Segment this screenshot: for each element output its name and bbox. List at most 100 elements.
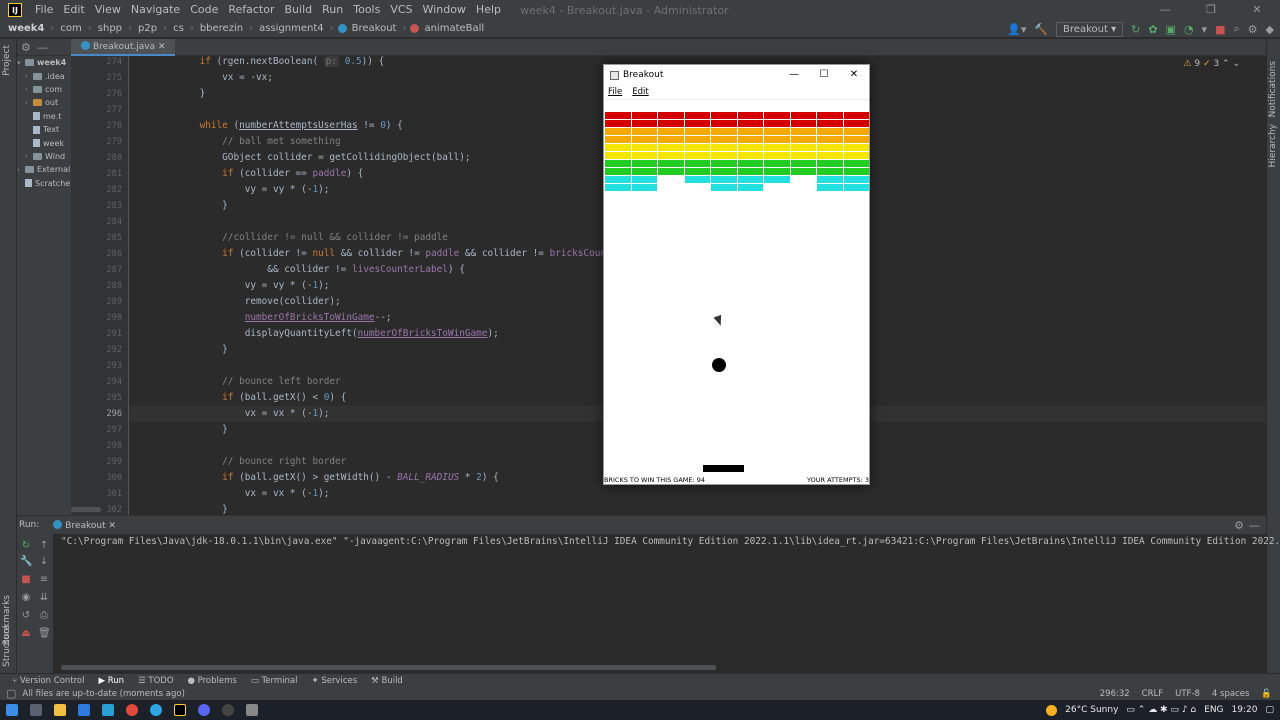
hide-icon[interactable]: — [1249, 519, 1260, 532]
rerun-icon[interactable]: ↻ [20, 540, 32, 552]
stop-icon[interactable]: ■ [20, 574, 32, 586]
menu-tools[interactable]: Tools [348, 0, 385, 20]
up-arrow-icon[interactable]: ↑ [38, 540, 50, 552]
menu-edit[interactable]: Edit [58, 0, 89, 20]
chrome-icon[interactable] [126, 704, 138, 716]
breakout-taskbar-icon[interactable] [246, 704, 258, 716]
menu-run[interactable]: Run [317, 0, 348, 20]
tool-tab-todo[interactable]: ☰ TODO [138, 676, 173, 686]
tree-row[interactable]: Scratche [17, 177, 71, 190]
editor-horizontal-scrollbar[interactable] [71, 507, 101, 512]
breadcrumb-item[interactable]: assignment4 [257, 23, 326, 34]
tree-row-root[interactable]: ▾ week4 [17, 56, 71, 69]
menu-help[interactable]: Help [471, 0, 506, 20]
scroll-to-end-icon[interactable]: ⇊ [38, 592, 50, 604]
restore-layout-icon[interactable]: ↺ [20, 610, 32, 622]
tree-row[interactable]: › out [17, 96, 71, 109]
intellij-icon[interactable] [174, 704, 186, 716]
tray-icons[interactable]: ▭ ⌃ ☁ ✱ ▭ ♪ ⌂ [1126, 705, 1196, 715]
settings-icon[interactable]: ⚙ [1248, 23, 1258, 36]
discord-icon[interactable] [198, 704, 210, 716]
coverage-icon[interactable]: ▣ [1166, 23, 1176, 36]
breadcrumb-item[interactable]: com [58, 23, 83, 34]
print-icon[interactable]: ⎙ [38, 610, 50, 622]
menu-refactor[interactable]: Refactor [223, 0, 279, 20]
structure-tool-tab[interactable]: Structure [2, 625, 12, 667]
rerun-icon[interactable]: ↻ [1131, 23, 1140, 36]
user-icon[interactable]: 👤▾ [1007, 23, 1026, 36]
file-encoding[interactable]: UTF-8 [1175, 689, 1200, 699]
breakout-title-bar[interactable]: Breakout — ☐ ✕ [604, 65, 869, 85]
project-tool-tab[interactable]: Project [2, 45, 12, 76]
menu-navigate[interactable]: Navigate [126, 0, 185, 20]
ide-icon[interactable]: ◆ [1266, 23, 1274, 36]
breadcrumb-project[interactable]: week4 [6, 23, 46, 34]
search-icon[interactable]: ⌕ [1233, 22, 1239, 36]
settings-icon[interactable]: ⚙ [21, 41, 31, 54]
vscode-icon[interactable] [102, 704, 114, 716]
trash-icon[interactable]: 🗑 [38, 628, 51, 640]
weather-text[interactable]: 26°C Sunny [1065, 705, 1118, 715]
profile-icon[interactable]: ◔ [1184, 23, 1194, 36]
breakout-menu-file[interactable]: File [608, 87, 622, 97]
stop-icon[interactable]: ■ [1215, 23, 1225, 36]
wrench-icon[interactable]: 🔧 [20, 556, 32, 568]
paddle[interactable] [703, 465, 744, 472]
breakout-menu-edit[interactable]: Edit [632, 87, 648, 97]
close-icon[interactable]: ✕ [839, 65, 869, 85]
tree-row[interactable]: week [17, 136, 71, 149]
file-explorer-icon[interactable] [54, 704, 66, 716]
tool-tab-terminal[interactable]: ▭ Terminal [251, 676, 298, 686]
hierarchy-tool-tab[interactable]: Hierarchy [1268, 124, 1278, 168]
tool-tab-services[interactable]: ✦ Services [311, 676, 357, 686]
settings-icon[interactable]: ⚙ [1234, 519, 1244, 532]
task-view-icon[interactable] [30, 704, 42, 716]
breadcrumb-item[interactable]: bberezin [198, 23, 245, 34]
run-config-select[interactable]: Breakout ▾ [1056, 21, 1124, 37]
breadcrumb-method[interactable]: animateBall [422, 23, 486, 34]
status-message[interactable]: All files are up-to-date (moments ago) [22, 689, 185, 699]
telegram-icon[interactable] [150, 704, 162, 716]
tool-tab-version-control[interactable]: ⑂ Version Control [12, 676, 85, 686]
line-separator[interactable]: CRLF [1142, 689, 1163, 699]
camera-icon[interactable]: ◉ [20, 592, 32, 604]
tree-row[interactable]: › .idea [17, 69, 71, 82]
menu-vcs[interactable]: VCS [385, 0, 417, 20]
console-horizontal-scrollbar[interactable] [61, 665, 716, 670]
debug-icon[interactable]: ✿ [1148, 23, 1157, 36]
editor-tab-breakout[interactable]: Breakout.java ✕ [71, 38, 176, 56]
build-hammer-icon[interactable]: 🔨 [1034, 23, 1048, 36]
app-icon[interactable] [222, 704, 234, 716]
app-icon[interactable] [78, 704, 90, 716]
breakout-window[interactable]: Breakout — ☐ ✕ File Edit BRICKS TO WIN T… [603, 64, 870, 485]
tree-row[interactable]: › External [17, 163, 71, 176]
soft-wrap-icon[interactable]: ≡ [38, 574, 50, 586]
breadcrumb-item[interactable]: cs [171, 23, 186, 34]
inspection-widget[interactable]: ⚠ 9 ✓ 3 ⌃ ⌄ [1183, 59, 1240, 69]
tool-tab-run[interactable]: ▶ Run [99, 676, 125, 686]
lock-icon[interactable]: 🔓 [1261, 689, 1272, 699]
tree-row[interactable]: › com [17, 83, 71, 96]
windows-start-icon[interactable] [6, 704, 18, 716]
maximize-icon[interactable]: ☐ [809, 65, 839, 85]
clock[interactable]: 19:20 [1232, 705, 1258, 715]
menu-window[interactable]: Window [418, 0, 471, 20]
close-icon[interactable]: ✕ [1234, 0, 1280, 20]
exit-icon[interactable]: ⏏ [20, 628, 32, 640]
more-run-icon[interactable]: ▾ [1202, 23, 1208, 36]
caret-position[interactable]: 296:32 [1100, 689, 1130, 699]
menu-code[interactable]: Code [185, 0, 223, 20]
tree-row[interactable]: me.t [17, 110, 71, 123]
breadcrumb-class[interactable]: Breakout [350, 23, 399, 34]
notification-icon[interactable]: ▢ [1265, 705, 1274, 715]
run-tab-breakout[interactable]: Breakout ✕ [53, 519, 116, 531]
menu-view[interactable]: View [90, 0, 126, 20]
hide-icon[interactable]: — [37, 41, 48, 54]
breadcrumb-item[interactable]: shpp [96, 23, 124, 34]
minimize-icon[interactable]: — [1142, 0, 1188, 20]
menu-build[interactable]: Build [280, 0, 318, 20]
input-language[interactable]: ENG [1204, 705, 1223, 715]
minimize-icon[interactable]: — [779, 65, 809, 85]
indent-setting[interactable]: 4 spaces [1212, 689, 1249, 699]
tree-row[interactable]: › Wind [17, 150, 71, 163]
